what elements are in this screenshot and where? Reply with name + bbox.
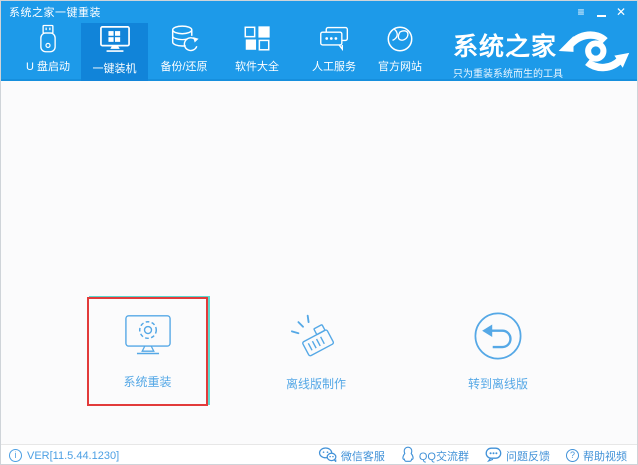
apps-grid-icon [242, 23, 272, 55]
offline-make-icon [288, 311, 344, 366]
nav-item-backup-restore[interactable]: 备份/还原 [151, 23, 217, 79]
info-icon: i [9, 449, 22, 462]
link-label: 微信客服 [340, 450, 385, 463]
link-feedback[interactable]: 问题反馈 [485, 447, 550, 465]
link-help-video[interactable]: ? 帮助视频 [566, 448, 627, 464]
window-controls: ≡ ✕ [571, 1, 631, 23]
link-qq-group[interactable]: QQ交流群 [401, 446, 469, 464]
nav-item-one-key-install[interactable]: 一键装机 [81, 23, 148, 81]
nav-item-software-collection[interactable]: 软件大全 [224, 23, 290, 79]
statusbar: i VER[11.5.44.1230] 微信客服 QQ交流群 问题反馈 ? 帮助… [1, 444, 637, 465]
action-label: 离线版制作 [285, 377, 346, 391]
app-window: 系统之家一键重装 ≡ ✕ U 盘启动 一键装机 备份/还原 软件大全 人工服务 … [0, 0, 638, 465]
help-circle-icon: ? [566, 449, 579, 462]
monitor-windows-icon [98, 23, 132, 57]
qq-penguin-icon [401, 446, 415, 464]
nav-item-human-service[interactable]: 人工服务 [301, 23, 367, 79]
nav-item-label: 一键装机 [92, 63, 137, 75]
brand-swoosh-logo-icon [554, 25, 632, 82]
close-icon[interactable]: ✕ [611, 2, 631, 22]
version-text: VER[11.5.44.1230] [27, 449, 120, 462]
action-goto-offline-version[interactable]: 转到离线版 [446, 299, 550, 404]
feedback-bubble-icon [485, 447, 502, 465]
nav-item-official-website[interactable]: 官方网站 [367, 23, 433, 79]
titlebar: 系统之家一键重装 ≡ ✕ [1, 1, 637, 23]
version-info[interactable]: i VER[11.5.44.1230] [9, 449, 119, 462]
nav-item-label: 官方网站 [378, 61, 422, 73]
brand-block: 系统之家 只为重装系统而生的工具 [453, 27, 563, 80]
action-offline-version-make[interactable]: 离线版制作 [264, 299, 368, 404]
chat-service-icon [318, 23, 351, 55]
globe-icon [385, 23, 415, 55]
action-label: 系统重装 [123, 375, 172, 389]
action-system-reinstall[interactable]: 系统重装 [89, 299, 206, 404]
nav-item-label: 人工服务 [312, 61, 356, 73]
menu-icon[interactable]: ≡ [571, 2, 591, 22]
link-wechat-support[interactable]: 微信客服 [318, 446, 385, 465]
minimize-icon[interactable] [591, 2, 611, 22]
nav-item-label: 软件大全 [235, 61, 279, 73]
brand-name: 系统之家 [453, 33, 558, 61]
return-arrow-icon [473, 311, 523, 366]
brand-slogan: 只为重装系统而生的工具 [453, 69, 563, 80]
link-label: 帮助视频 [583, 450, 627, 463]
action-label: 转到离线版 [467, 377, 528, 391]
link-label: QQ交流群 [418, 450, 469, 463]
database-restore-icon [169, 23, 200, 55]
nav-item-usb-boot[interactable]: U 盘启动 [9, 23, 87, 79]
main-content: 系统重装 离线版制作 转到离线版 [1, 83, 637, 444]
nav-item-label: U 盘启动 [26, 61, 70, 73]
window-title: 系统之家一键重装 [9, 7, 101, 19]
link-label: 问题反馈 [506, 450, 550, 463]
nav-item-label: 备份/还原 [160, 61, 208, 73]
monitor-gear-icon [121, 313, 175, 364]
navbar: U 盘启动 一键装机 备份/还原 软件大全 人工服务 官方网站 系统之家 只为重… [1, 23, 637, 81]
status-links: 微信客服 QQ交流群 问题反馈 ? 帮助视频 [318, 445, 627, 465]
wechat-icon [318, 446, 337, 465]
usb-drive-icon [36, 23, 60, 55]
